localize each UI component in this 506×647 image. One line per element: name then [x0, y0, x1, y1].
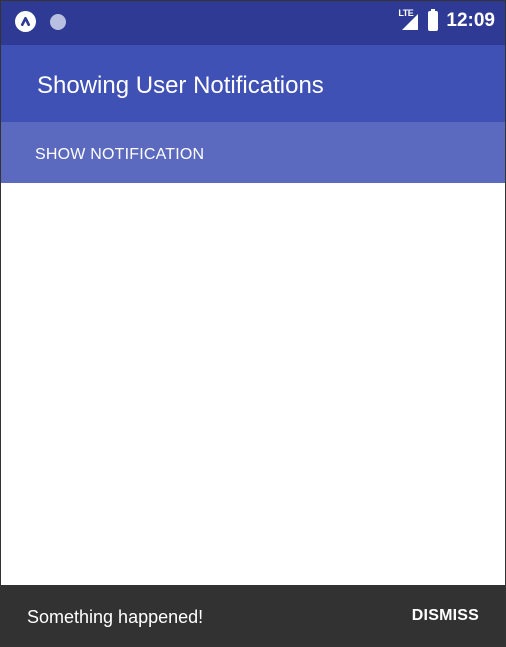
show-notification-button[interactable]: SHOW NOTIFICATION — [1, 122, 505, 183]
snackbar-message: Something happened! — [27, 607, 204, 627]
app-a-icon — [15, 11, 36, 32]
notification-dot-icon — [50, 13, 66, 30]
app-screen: LTE 12:09 Showing User Notifications SHO… — [0, 0, 506, 647]
status-right-icons: LTE 12:09 — [398, 8, 495, 32]
content-area — [1, 183, 505, 585]
show-notification-label: SHOW NOTIFICATION — [35, 146, 205, 163]
dismiss-button[interactable]: DISMISS — [412, 607, 479, 625]
snackbar: Something happened! DISMISS — [1, 585, 505, 646]
status-bar: LTE 12:09 — [1, 1, 505, 45]
status-left-icons — [15, 11, 66, 32]
status-time: 12:09 — [446, 10, 495, 31]
battery-icon — [428, 9, 439, 31]
page-title: Showing User Notifications — [37, 72, 324, 99]
signal-icon: LTE — [398, 8, 420, 32]
app-toolbar: Showing User Notifications — [1, 45, 505, 122]
